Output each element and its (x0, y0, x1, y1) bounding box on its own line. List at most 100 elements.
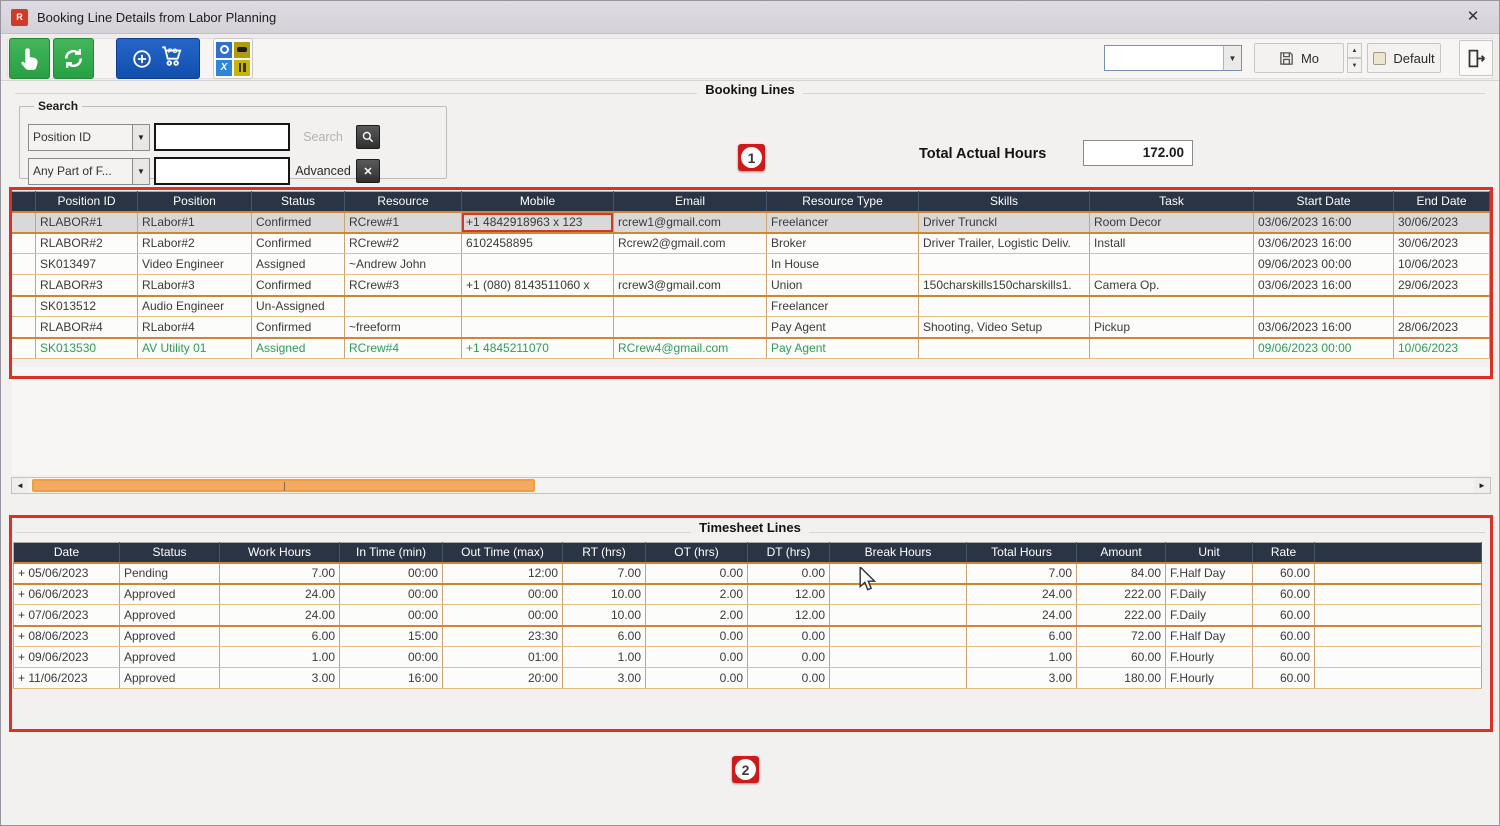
cell[interactable]: 0.00 (646, 668, 748, 689)
cell[interactable]: SK013497 (36, 254, 138, 275)
cell[interactable]: Pay Agent (767, 338, 919, 359)
cell[interactable]: + 06/06/2023 (14, 584, 120, 605)
cell[interactable]: 7.00 (967, 563, 1077, 584)
cell[interactable]: Approved (120, 626, 220, 647)
cell[interactable]: RLabor#3 (138, 275, 252, 296)
cell[interactable]: F.Daily (1166, 584, 1253, 605)
cell[interactable]: In House (767, 254, 919, 275)
clear-search-button[interactable]: ✕ (356, 159, 380, 183)
cell[interactable] (1090, 296, 1254, 317)
cell[interactable] (614, 296, 767, 317)
column-header[interactable]: Total Hours (967, 543, 1077, 563)
cell[interactable]: 3.00 (967, 668, 1077, 689)
cell[interactable]: Confirmed (252, 212, 345, 233)
cell[interactable]: F.Hourly (1166, 668, 1253, 689)
column-header[interactable]: Out Time (max) (443, 543, 563, 563)
cell[interactable]: Confirmed (252, 233, 345, 254)
cell[interactable]: 24.00 (220, 584, 340, 605)
cell[interactable]: Freelancer (767, 212, 919, 233)
table-row[interactable]: + 06/06/2023Approved24.0000:0000:0010.00… (14, 584, 1482, 605)
stepper-up-icon[interactable]: ▲ (1347, 43, 1362, 58)
table-row[interactable]: + 08/06/2023Approved6.0015:0023:306.000.… (14, 626, 1482, 647)
cell[interactable]: rcrew1@gmail.com (614, 212, 767, 233)
cell[interactable]: 60.00 (1253, 563, 1315, 584)
cell[interactable]: 20:00 (443, 668, 563, 689)
cell[interactable]: Assigned (252, 254, 345, 275)
cell[interactable] (919, 254, 1090, 275)
row-selector[interactable] (12, 233, 36, 254)
cell[interactable] (830, 605, 967, 626)
cell[interactable]: 10/06/2023 (1394, 338, 1490, 359)
column-header[interactable] (1315, 543, 1482, 563)
cell[interactable]: +1 (080) 8143511060 x (462, 275, 614, 296)
row-selector[interactable] (12, 317, 36, 338)
cell[interactable]: 222.00 (1077, 584, 1166, 605)
cell[interactable] (1315, 584, 1482, 605)
cell[interactable]: 60.00 (1253, 668, 1315, 689)
column-header[interactable]: Break Hours (830, 543, 967, 563)
cell[interactable]: 60.00 (1253, 626, 1315, 647)
cell[interactable]: RLabor#1 (138, 212, 252, 233)
table-row[interactable]: RLABOR#2RLabor#2ConfirmedRCrew#261024588… (12, 233, 1490, 254)
cell[interactable]: Video Engineer (138, 254, 252, 275)
cell[interactable]: 10.00 (563, 605, 646, 626)
cell[interactable]: 0.00 (748, 668, 830, 689)
cell[interactable] (462, 317, 614, 338)
cell[interactable]: 6.00 (967, 626, 1077, 647)
cell[interactable]: 60.00 (1253, 647, 1315, 668)
row-selector[interactable] (12, 338, 36, 359)
table-row[interactable]: RLABOR#3RLabor#3ConfirmedRCrew#3+1 (080)… (12, 275, 1490, 296)
advanced-link[interactable]: Advanced (290, 164, 356, 178)
cell[interactable]: Room Decor (1090, 212, 1254, 233)
cell[interactable]: Confirmed (252, 317, 345, 338)
column-header[interactable]: Amount (1077, 543, 1166, 563)
cell[interactable]: 00:00 (443, 605, 563, 626)
cell[interactable]: 23:30 (443, 626, 563, 647)
cell[interactable]: Approved (120, 647, 220, 668)
table-row[interactable]: + 11/06/2023Approved3.0016:0020:003.000.… (14, 668, 1482, 689)
cell[interactable]: Approved (120, 584, 220, 605)
cell[interactable]: RCrew#3 (345, 275, 462, 296)
cell[interactable]: 12:00 (443, 563, 563, 584)
cell[interactable]: 03/06/2023 16:00 (1254, 317, 1394, 338)
apps-grid-button[interactable]: X (213, 38, 253, 79)
cell[interactable]: 150charskills150charskills1. (919, 275, 1090, 296)
cell[interactable]: 15:00 (340, 626, 443, 647)
cell[interactable]: Shooting, Video Setup (919, 317, 1090, 338)
cell[interactable]: 24.00 (967, 605, 1077, 626)
table-row[interactable]: + 05/06/2023Pending7.0000:0012:007.000.0… (14, 563, 1482, 584)
booking-lines-table[interactable]: Position IDPositionStatusResourceMobileE… (11, 191, 1490, 359)
column-header[interactable]: RT (hrs) (563, 543, 646, 563)
add-po-button[interactable]: PO (116, 38, 200, 79)
select-mode-button[interactable] (9, 38, 50, 79)
save-mode-button[interactable]: Mo (1254, 43, 1344, 73)
cell[interactable]: 10/06/2023 (1394, 254, 1490, 275)
cell[interactable] (1315, 668, 1482, 689)
cell[interactable]: RLABOR#3 (36, 275, 138, 296)
cell[interactable]: 30/06/2023 (1394, 212, 1490, 233)
column-header[interactable]: End Date (1394, 192, 1490, 212)
cell[interactable] (614, 317, 767, 338)
cell[interactable]: Assigned (252, 338, 345, 359)
table-row[interactable]: SK013512Audio EngineerUn-AssignedFreelan… (12, 296, 1490, 317)
cell[interactable]: 2.00 (646, 605, 748, 626)
horizontal-scrollbar[interactable]: ◄ ► (11, 477, 1491, 494)
cell[interactable]: 1.00 (967, 647, 1077, 668)
cell[interactable]: 10.00 (563, 584, 646, 605)
cell[interactable]: 00:00 (340, 584, 443, 605)
column-header[interactable]: Email (614, 192, 767, 212)
cell[interactable]: SK013530 (36, 338, 138, 359)
cell[interactable]: 3.00 (563, 668, 646, 689)
cell[interactable]: 180.00 (1077, 668, 1166, 689)
cell[interactable]: Approved (120, 605, 220, 626)
row-selector[interactable] (12, 254, 36, 275)
cell[interactable]: 222.00 (1077, 605, 1166, 626)
cell[interactable]: ~Andrew John (345, 254, 462, 275)
cell[interactable]: + 08/06/2023 (14, 626, 120, 647)
column-header[interactable]: Resource Type (767, 192, 919, 212)
cell[interactable] (462, 296, 614, 317)
cell[interactable]: 30/06/2023 (1394, 233, 1490, 254)
search-field2-select[interactable]: Any Part of F... ▼ (28, 158, 150, 185)
cell[interactable] (1315, 626, 1482, 647)
column-header[interactable]: Start Date (1254, 192, 1394, 212)
